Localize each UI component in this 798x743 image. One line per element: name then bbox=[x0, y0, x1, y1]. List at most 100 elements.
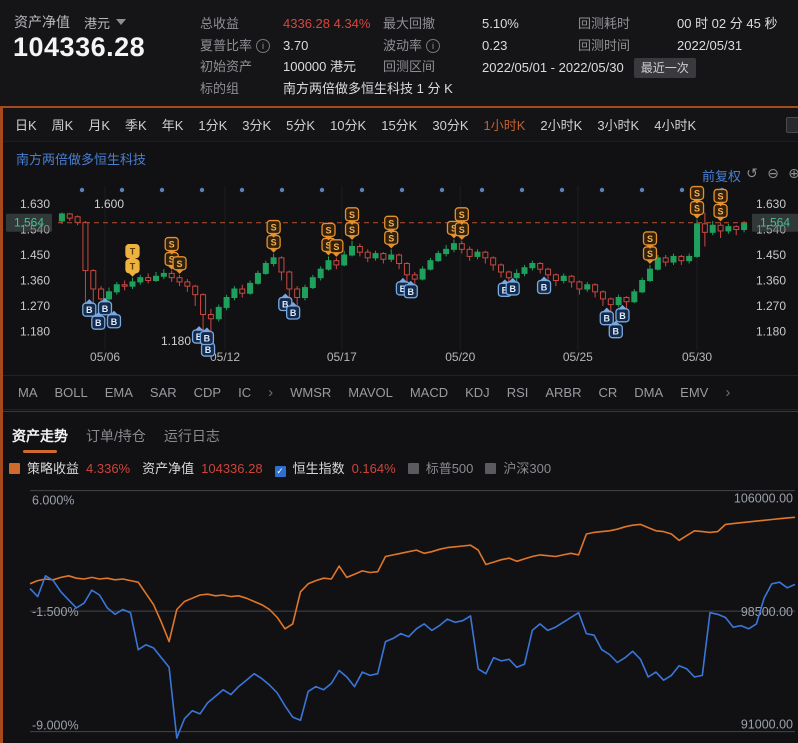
indicator-emv[interactable]: EMV bbox=[680, 385, 708, 400]
svg-text:T: T bbox=[130, 247, 136, 257]
stat-label: 回测时间 bbox=[578, 37, 631, 53]
kline-period-12[interactable]: 1小时K bbox=[484, 115, 526, 134]
sell-marker[interactable]: S bbox=[344, 222, 360, 240]
svg-text:B: B bbox=[95, 318, 102, 328]
indicator-cdp[interactable]: CDP bbox=[194, 385, 221, 400]
stat-label: 波动率 i bbox=[383, 37, 441, 55]
buy-marker[interactable]: B bbox=[615, 304, 630, 323]
kline-period-6[interactable]: 1分K bbox=[198, 115, 227, 134]
kline-period-7[interactable]: 3分K bbox=[242, 115, 271, 134]
kline-period-15[interactable]: 4小时K bbox=[654, 115, 696, 134]
currency-selector[interactable]: 港元 bbox=[84, 13, 127, 32]
legend-item-3: ✓ 恒生指数 0.164% bbox=[274, 458, 396, 477]
kline-period-5[interactable]: 年K bbox=[162, 115, 184, 134]
indicator-macd[interactable]: MACD bbox=[410, 385, 448, 400]
svg-text:B: B bbox=[408, 287, 415, 297]
indicator-wmsr[interactable]: WMSR bbox=[290, 385, 331, 400]
legend-checkbox-5[interactable] bbox=[485, 462, 497, 474]
grid bbox=[104, 186, 698, 350]
axis-labels: 6.000% -1.500% -9.000% 106000.00 98500.00 910… bbox=[32, 492, 793, 733]
sell-marker[interactable]: S bbox=[642, 246, 658, 264]
kline-period-3[interactable]: 月K bbox=[88, 115, 110, 134]
indicator-ma[interactable]: MA bbox=[18, 385, 38, 400]
buy-marker[interactable]: B bbox=[536, 276, 552, 295]
legend-item-1: 策略收益 4.336% bbox=[9, 458, 130, 477]
indicator-dma[interactable]: DMA bbox=[634, 385, 663, 400]
date-axis: 05/06 05/12 05/17 05/20 05/25 05/30 bbox=[90, 350, 712, 364]
indicator-ema[interactable]: EMA bbox=[105, 385, 133, 400]
indicator-arbr[interactable]: ARBR bbox=[545, 385, 581, 400]
svg-text:05/17: 05/17 bbox=[327, 350, 357, 364]
indicator-ic[interactable]: IC bbox=[238, 385, 251, 400]
svg-text:S: S bbox=[718, 191, 724, 201]
legend-label: 恒生指数 bbox=[292, 460, 345, 476]
currency-label: 港元 bbox=[84, 15, 111, 31]
stat-label: 回测耗时 bbox=[578, 16, 631, 31]
indicator-cr[interactable]: CR bbox=[598, 385, 617, 400]
sell-marker[interactable]: S bbox=[266, 234, 281, 253]
indicator-boll[interactable]: BOLL bbox=[55, 385, 88, 400]
kline-period-8[interactable]: 5分K bbox=[286, 115, 315, 134]
kline-period-9[interactable]: 10分K bbox=[330, 115, 366, 134]
chevron-right-icon[interactable]: › bbox=[725, 384, 730, 401]
tab-1[interactable]: 资产走势 bbox=[12, 412, 68, 455]
stat-value: 南方两倍做多恒生科技 1 分 K bbox=[283, 80, 453, 96]
indicator-kdj[interactable]: KDJ bbox=[465, 385, 490, 400]
stat-label: 回测区间 bbox=[383, 59, 436, 74]
sell-marker[interactable]: S bbox=[172, 256, 187, 274]
latest-run-badge[interactable]: 最近一次 bbox=[633, 58, 696, 78]
equity-curve-chart[interactable]: 6.000% -1.500% -9.000% 106000.00 98500.00 910… bbox=[0, 478, 798, 743]
kline-period-11[interactable]: 30分K bbox=[432, 115, 468, 134]
chevron-right-icon[interactable]: › bbox=[268, 384, 273, 401]
kline-period-13[interactable]: 2小时K bbox=[540, 115, 582, 134]
stat-label: 总收益 bbox=[200, 16, 240, 31]
series-strategy bbox=[29, 516, 796, 643]
sell-marker[interactable]: S bbox=[384, 230, 399, 249]
tab-2[interactable]: 订单/持仓 bbox=[86, 412, 146, 455]
kline-period-2[interactable]: 周K bbox=[52, 115, 74, 134]
legend-checkbox-1[interactable] bbox=[9, 462, 20, 474]
stat-label: 标的组 bbox=[200, 80, 240, 96]
kline-period-10[interactable]: 15分K bbox=[381, 115, 417, 134]
kline-period-1[interactable]: 日K bbox=[15, 115, 37, 134]
buy-marker[interactable]: B bbox=[505, 277, 520, 296]
svg-text:91000.00: 91000.00 bbox=[741, 718, 793, 732]
tab-3[interactable]: 运行日志 bbox=[164, 412, 220, 455]
info-icon[interactable]: i bbox=[256, 38, 271, 53]
info-icon[interactable]: i bbox=[426, 38, 441, 53]
buy-marker[interactable]: B bbox=[97, 297, 113, 316]
t-marker[interactable]: T bbox=[125, 259, 140, 277]
indicator-sar[interactable]: SAR bbox=[150, 385, 177, 400]
candlestick-chart[interactable]: 1.6301.6301.5401.5401.4501.4501.3601.360… bbox=[0, 178, 798, 370]
sell-marker[interactable]: S bbox=[454, 222, 469, 240]
kline-period-14[interactable]: 3小时K bbox=[597, 115, 639, 134]
sell-marker[interactable]: S bbox=[329, 239, 344, 257]
stat-label: 初始资产 bbox=[200, 59, 253, 74]
svg-text:-1.500%: -1.500% bbox=[32, 605, 79, 619]
svg-text:B: B bbox=[111, 317, 118, 327]
indicator-mavol[interactable]: MAVOL bbox=[348, 385, 393, 400]
stat-label: 最大回撤 bbox=[383, 16, 436, 31]
legend-checkbox-4[interactable] bbox=[407, 462, 419, 474]
sell-marker[interactable]: S bbox=[713, 203, 728, 222]
current-price-tag: 1.564 bbox=[6, 213, 52, 232]
svg-text:1.180: 1.180 bbox=[756, 325, 786, 339]
indicator-rsi[interactable]: RSI bbox=[507, 385, 529, 400]
legend-checkbox-3[interactable]: ✓ bbox=[274, 465, 286, 477]
svg-text:1.450: 1.450 bbox=[756, 248, 786, 262]
buy-marker[interactable]: B bbox=[599, 307, 614, 326]
legend-label: 策略收益 bbox=[27, 460, 80, 476]
sell-marker[interactable]: S bbox=[689, 200, 705, 219]
price-annotation: 1.180 bbox=[161, 334, 191, 348]
svg-text:1.270: 1.270 bbox=[20, 299, 50, 313]
candles bbox=[58, 212, 748, 332]
stat-value: 2022/05/31 bbox=[677, 37, 743, 53]
symbol-link[interactable]: 南方两倍做多恒生科技 bbox=[16, 149, 146, 168]
stat-value: 5.10% bbox=[482, 16, 519, 31]
svg-text:1.360: 1.360 bbox=[756, 274, 786, 288]
svg-text:S: S bbox=[694, 204, 700, 214]
menu-icon[interactable] bbox=[786, 117, 798, 133]
buy-marker[interactable]: B bbox=[82, 299, 97, 317]
kline-period-4[interactable]: 季K bbox=[125, 115, 147, 134]
svg-text:B: B bbox=[205, 345, 212, 355]
